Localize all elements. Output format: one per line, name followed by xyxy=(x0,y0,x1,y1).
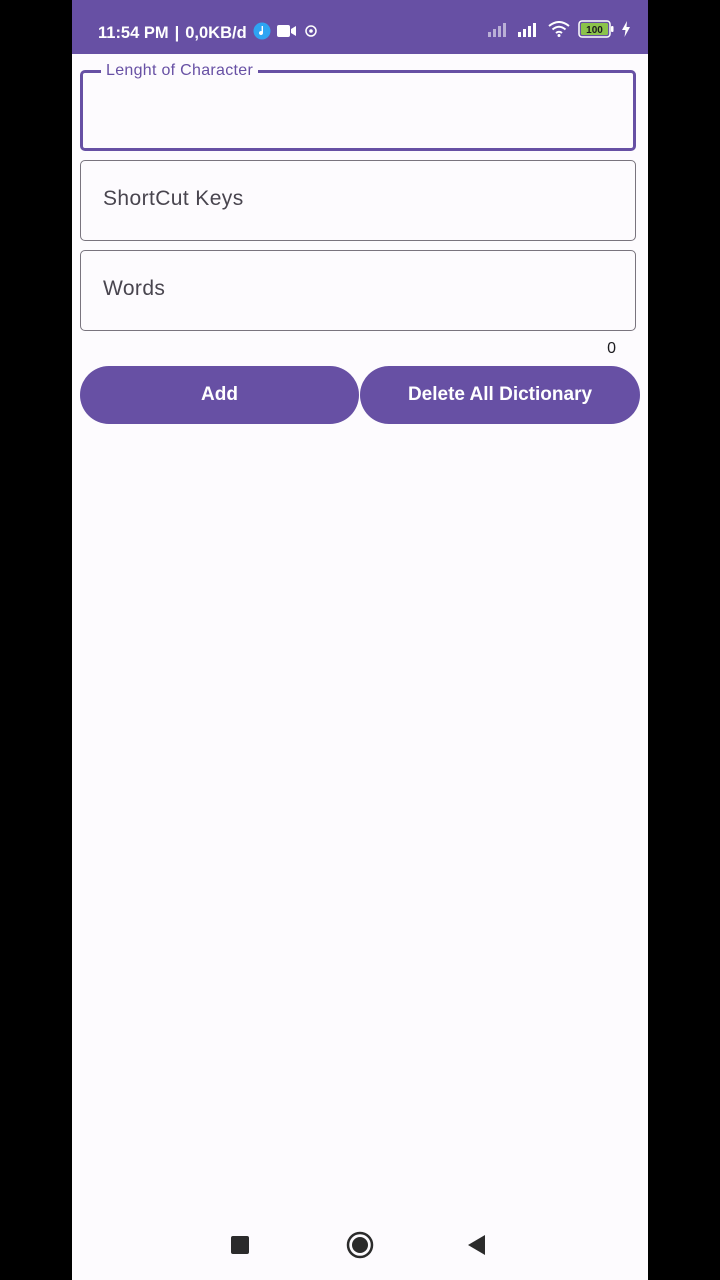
app-screen: 11:54 PM | 0,0KB/d 100 Lenght of Charact… xyxy=(72,0,648,1280)
words-placeholder: Words xyxy=(103,277,166,300)
status-network-speed: 0,0KB/d xyxy=(185,24,247,42)
shortcut-keys-field[interactable]: ShortCut Keys xyxy=(80,160,636,241)
charging-icon xyxy=(622,21,630,42)
length-of-character-label: Lenght of Character xyxy=(101,62,259,80)
status-time: 11:54 PM xyxy=(98,24,169,42)
character-counter: 0 xyxy=(607,340,616,357)
status-left: 11:54 PM | 0,0KB/d xyxy=(98,22,319,45)
navigation-bar xyxy=(72,1214,648,1280)
length-of-character-field[interactable]: Lenght of Character xyxy=(80,62,636,151)
shortcut-keys-placeholder: ShortCut Keys xyxy=(103,187,244,210)
back-icon[interactable] xyxy=(468,1235,486,1260)
battery-level: 100 xyxy=(586,25,603,36)
music-note-icon xyxy=(253,22,271,45)
home-icon[interactable] xyxy=(346,1231,374,1264)
vpn-icon xyxy=(303,24,319,43)
video-camera-icon xyxy=(276,24,297,43)
battery-icon: 100 xyxy=(578,20,614,43)
status-right: 100 xyxy=(488,20,630,43)
signal-icon xyxy=(518,21,540,42)
wifi-icon xyxy=(548,21,570,42)
status-separator: | xyxy=(174,24,180,42)
status-bar: 11:54 PM | 0,0KB/d 100 xyxy=(72,0,648,54)
signal-icon xyxy=(488,21,510,42)
recent-apps-icon[interactable] xyxy=(231,1236,249,1259)
add-button[interactable]: Add xyxy=(80,366,359,424)
words-field[interactable]: Words xyxy=(80,250,636,331)
delete-all-dictionary-button[interactable]: Delete All Dictionary xyxy=(360,366,640,424)
